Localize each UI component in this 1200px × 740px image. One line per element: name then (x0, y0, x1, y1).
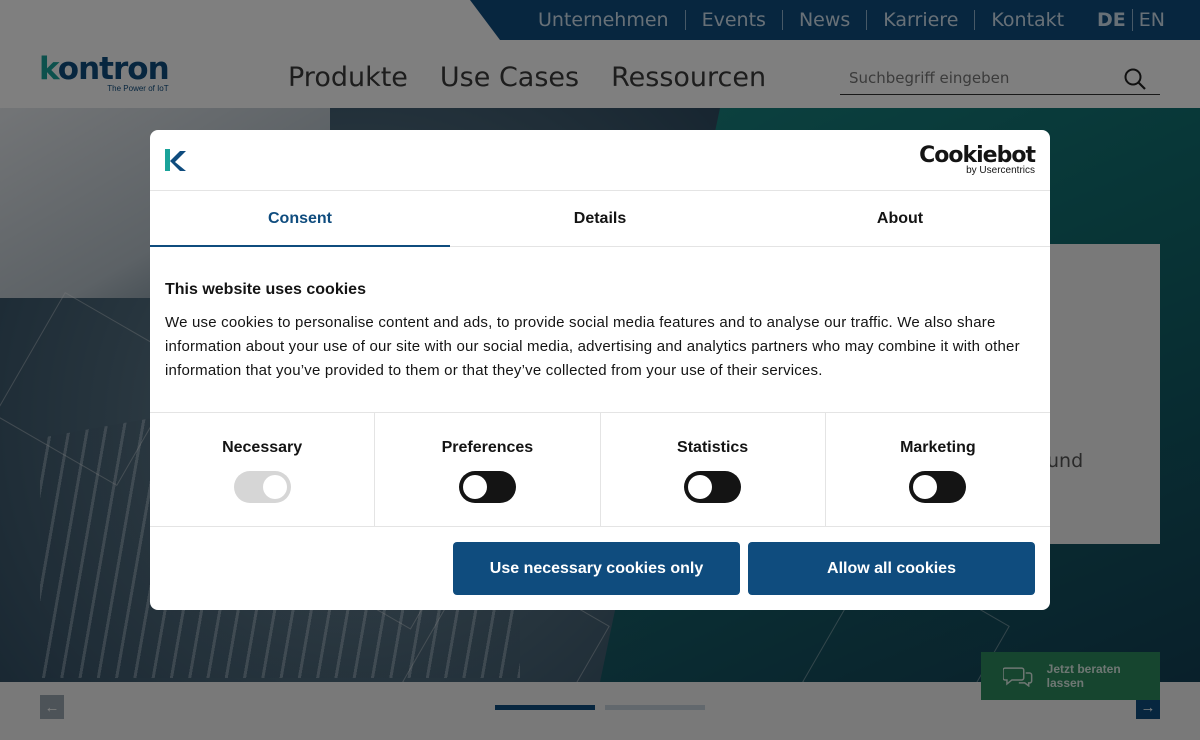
use-necessary-only-button[interactable]: Use necessary cookies only (453, 542, 740, 595)
preferences-toggle[interactable] (458, 471, 516, 503)
consent-description: We use cookies to personalise content an… (165, 314, 1020, 379)
tab-details[interactable]: Details (450, 191, 750, 246)
tab-about[interactable]: About (750, 191, 1050, 246)
category-statistics: Statistics (599, 413, 825, 526)
toggle-knob (688, 475, 713, 499)
toggle-knob (262, 475, 287, 499)
cookie-categories: Necessary Preferences Statistics Marketi… (150, 413, 1050, 527)
necessary-toggle (233, 471, 291, 503)
dialog-actions: Use necessary cookies only Allow all coo… (150, 526, 1050, 610)
cookiebot-logo[interactable]: Cookiebot by Usercentrics (919, 144, 1036, 176)
toggle-knob (462, 475, 487, 499)
toggle-knob (913, 475, 938, 499)
category-label: Statistics (677, 439, 749, 456)
category-label: Necessary (222, 439, 303, 456)
category-label: Marketing (900, 439, 976, 456)
consent-body: This website uses cookies We use cookies… (150, 247, 1050, 413)
dialog-header: Cookiebot by Usercentrics (150, 130, 1050, 191)
category-preferences: Preferences (374, 413, 599, 526)
category-marketing: Marketing (824, 413, 1050, 526)
dialog-tabs: Consent Details About (150, 191, 1050, 247)
cookie-consent-dialog: Cookiebot by Usercentrics Consent Detail… (150, 130, 1050, 610)
tab-consent[interactable]: Consent (150, 191, 450, 247)
category-necessary: Necessary (150, 413, 374, 526)
marketing-toggle[interactable] (909, 471, 967, 503)
allow-all-cookies-button[interactable]: Allow all cookies (748, 542, 1035, 595)
kontron-k-icon (165, 149, 186, 171)
consent-heading: This website uses cookies (165, 281, 366, 298)
statistics-toggle[interactable] (684, 471, 742, 503)
category-label: Preferences (441, 439, 534, 456)
